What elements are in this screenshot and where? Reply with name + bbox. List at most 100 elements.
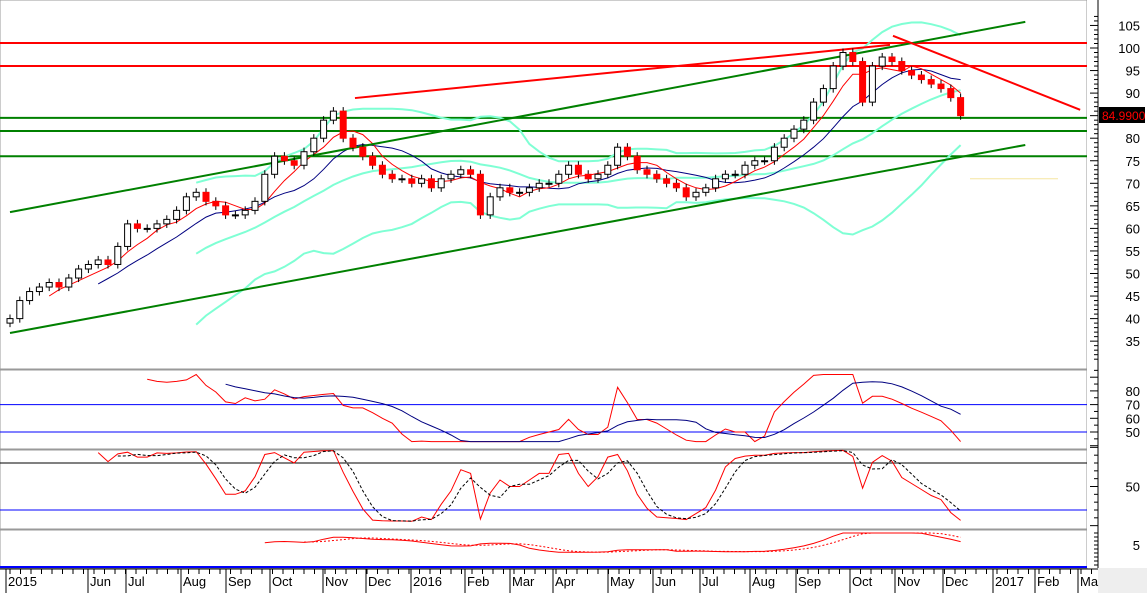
candle xyxy=(320,119,328,139)
candle xyxy=(369,155,377,166)
candle xyxy=(349,137,357,148)
candle xyxy=(770,146,778,162)
candle xyxy=(476,173,484,216)
candle xyxy=(231,214,239,217)
candle xyxy=(418,178,426,184)
candle xyxy=(712,178,720,189)
candle xyxy=(133,223,141,229)
candle xyxy=(84,263,92,270)
candle xyxy=(525,187,533,193)
time-tick-label: Dec xyxy=(368,574,392,589)
price-tick-label: 75 xyxy=(1126,154,1140,169)
time-tick-label: Jun xyxy=(90,574,111,589)
candle xyxy=(927,79,935,85)
candle xyxy=(516,191,524,194)
candle xyxy=(721,173,729,180)
candle xyxy=(378,164,386,175)
time-tick-label: May xyxy=(610,574,635,589)
candle xyxy=(359,146,367,157)
candle xyxy=(898,61,906,72)
candle xyxy=(75,268,83,279)
candle xyxy=(810,101,818,121)
candle xyxy=(300,151,308,166)
candle xyxy=(623,146,631,157)
time-tick-label: Nov xyxy=(325,574,349,589)
candle xyxy=(408,178,416,184)
candle xyxy=(45,282,53,288)
candle xyxy=(280,155,288,162)
candle xyxy=(271,155,279,175)
candle xyxy=(182,196,190,211)
time-tick-label: Aug xyxy=(183,574,206,589)
candle xyxy=(819,88,827,103)
candle xyxy=(584,173,592,180)
candle xyxy=(496,187,504,198)
candle xyxy=(545,182,553,185)
candle xyxy=(222,205,230,216)
candle xyxy=(682,187,690,198)
candle xyxy=(55,282,63,288)
candle xyxy=(261,173,269,202)
stock-chart: 1051009590858075706560555045403580706050… xyxy=(0,0,1147,593)
candle xyxy=(163,218,171,225)
price-tick-label: 45 xyxy=(1126,289,1140,304)
candle xyxy=(35,286,43,293)
time-tick-label: Apr xyxy=(555,574,576,589)
time-tick-label: 2016 xyxy=(413,574,442,589)
candle xyxy=(633,155,641,171)
time-tick-label: Nov xyxy=(897,574,921,589)
candle xyxy=(535,182,543,189)
candle xyxy=(604,164,612,175)
time-tick-label: Sep xyxy=(798,574,821,589)
candle xyxy=(692,191,700,198)
candle xyxy=(839,52,847,67)
candle xyxy=(614,146,622,166)
candle xyxy=(800,119,808,130)
candle xyxy=(437,178,445,189)
candle xyxy=(829,65,837,90)
candle xyxy=(339,110,347,139)
price-tick-label: 100 xyxy=(1118,41,1140,56)
price-tick-label: 55 xyxy=(1126,244,1140,259)
panel-3 xyxy=(0,529,1088,569)
candle xyxy=(6,318,14,324)
candle xyxy=(594,173,602,180)
time-tick-label: Jun xyxy=(655,574,676,589)
candle xyxy=(908,70,916,76)
candle xyxy=(467,169,475,175)
time-tick-label: Jul xyxy=(702,574,719,589)
candle xyxy=(192,191,200,198)
candle xyxy=(26,291,34,302)
time-tick-label: Feb xyxy=(1037,574,1059,589)
candle xyxy=(329,110,337,121)
price-tick-label: 70 xyxy=(1126,176,1140,191)
rsi-tick-label: 50 xyxy=(1126,425,1140,440)
price-tick-label: 65 xyxy=(1126,199,1140,214)
price-tick-label: 95 xyxy=(1126,64,1140,79)
candle xyxy=(574,164,582,175)
candle xyxy=(457,169,465,175)
candle xyxy=(849,52,857,63)
candle xyxy=(398,178,406,181)
candle xyxy=(16,300,24,320)
time-tick-label: Aug xyxy=(752,574,775,589)
candle xyxy=(241,209,249,216)
time-tick-label: Feb xyxy=(467,574,489,589)
time-tick-label: Sep xyxy=(228,574,251,589)
price-tick-label: 80 xyxy=(1126,131,1140,146)
candle xyxy=(212,200,220,207)
price-tick-label: 35 xyxy=(1126,334,1140,349)
price-tick-label: 60 xyxy=(1126,221,1140,236)
price-tick-label: 105 xyxy=(1118,18,1140,33)
candle xyxy=(731,173,739,176)
candle xyxy=(114,245,122,265)
candle xyxy=(153,223,161,229)
candle xyxy=(878,56,886,67)
candle xyxy=(702,187,710,193)
time-tick-label: 2015 xyxy=(8,574,37,589)
candle xyxy=(104,259,112,265)
candle xyxy=(290,160,298,166)
time-tick-label: 2017 xyxy=(995,574,1024,589)
last-price-label: 84.9900 xyxy=(1102,109,1146,123)
candle xyxy=(124,223,132,247)
